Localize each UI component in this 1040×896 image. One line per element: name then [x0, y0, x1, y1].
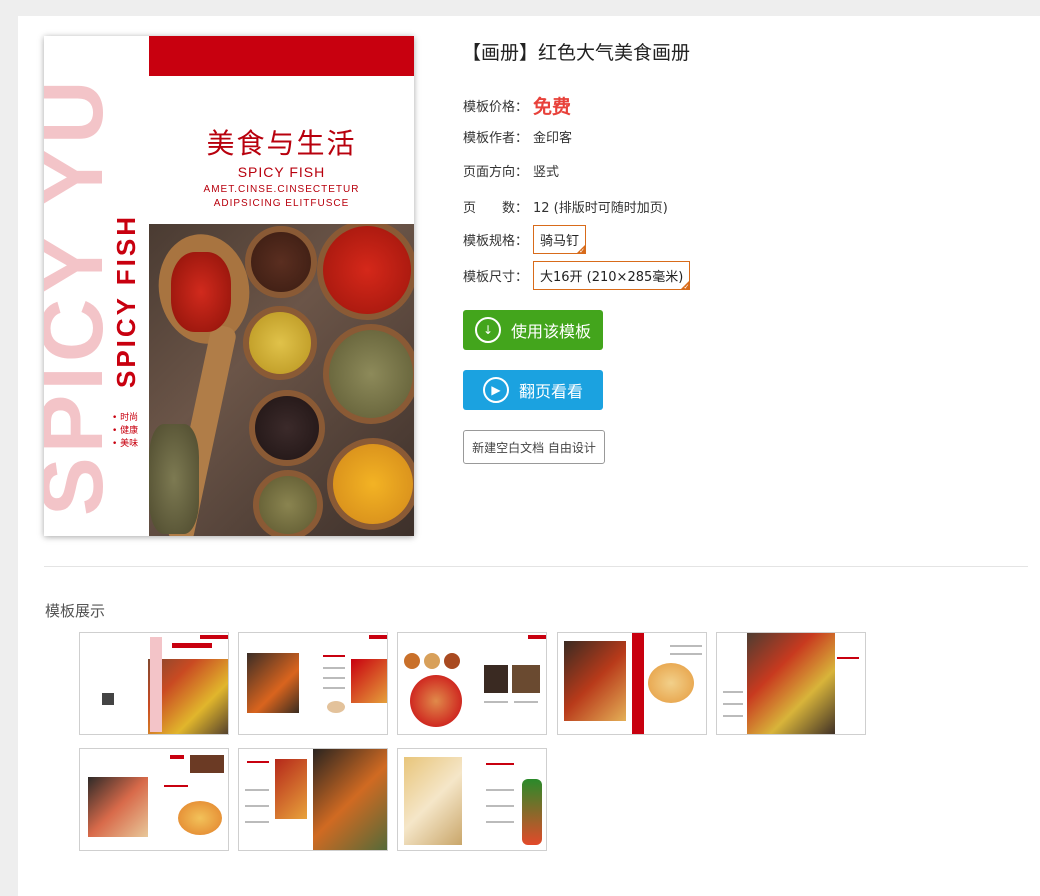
- template-thumbnail-6[interactable]: [79, 748, 229, 851]
- flip-preview-button[interactable]: ▶ 翻页看看: [463, 370, 603, 410]
- divider: [44, 566, 1028, 567]
- template-thumbnail-2[interactable]: [238, 632, 388, 735]
- template-thumbnail-5[interactable]: [716, 632, 866, 735]
- author-value: 金印客: [533, 131, 573, 146]
- size-row: 模板尺寸： 大16开 (210×285毫米) ✓: [463, 261, 691, 291]
- size-label: 模板尺寸：: [463, 270, 529, 285]
- cover-bullets: • 时尚 • 健康 • 美味: [112, 413, 139, 449]
- price-label: 模板价格：: [463, 100, 529, 115]
- template-thumbnail-4[interactable]: [557, 632, 707, 735]
- gallery-title: 模板展示: [45, 602, 106, 620]
- pages-row: 页 数： 12 (排版时可随时加页): [463, 197, 668, 216]
- template-thumbnail-7[interactable]: [238, 748, 388, 851]
- cover-subtitle: SPICY FISH: [237, 164, 326, 180]
- spec-label: 模板规格：: [463, 234, 529, 249]
- template-thumbnail-3[interactable]: [397, 632, 547, 735]
- cover-vertical-text: SPICY YU: [44, 76, 121, 516]
- cover-red-bar: [149, 36, 414, 76]
- template-thumbnail-1[interactable]: [79, 632, 229, 735]
- spec-option[interactable]: 骑马钉 ✓: [533, 225, 587, 255]
- play-icon: ▶: [482, 377, 509, 403]
- cover-image: SPICY YU SPICY FISH • 时尚 • 健康 • 美味 美食与生活…: [44, 36, 414, 536]
- orientation-value: 竖式: [533, 165, 560, 180]
- cover-title: 美食与生活: [206, 127, 357, 160]
- price-value: 免费: [533, 96, 572, 118]
- spec-row: 模板规格： 骑马钉 ✓: [463, 225, 587, 255]
- spices-photo: [149, 224, 414, 536]
- author-row: 模板作者： 金印客: [463, 127, 572, 146]
- template-thumbnail-8[interactable]: [397, 748, 547, 851]
- template-title: 【画册】红色大气美食画册: [462, 42, 691, 64]
- orientation-label: 页面方向：: [463, 165, 529, 180]
- download-icon: ↓: [474, 317, 501, 343]
- orientation-row: 页面方向： 竖式: [463, 161, 559, 180]
- size-option[interactable]: 大16开 (210×285毫米) ✓: [533, 261, 691, 291]
- cover-spicy-fish: SPICY FISH: [111, 214, 141, 389]
- use-template-button[interactable]: ↓ 使用该模板: [463, 310, 603, 350]
- cover-tagline: AMET.CINSE.CINSECTETUR ADIPSICING ELITFU…: [203, 184, 360, 209]
- price-row: 模板价格： 免费: [463, 92, 571, 119]
- new-blank-document-button[interactable]: 新建空白文档 自由设计: [463, 430, 605, 464]
- author-label: 模板作者：: [463, 131, 529, 146]
- check-icon: ✓: [683, 283, 690, 291]
- check-icon: ✓: [579, 247, 586, 255]
- pages-label: 页 数：: [463, 201, 529, 216]
- pages-value: 12 (排版时可随时加页): [533, 201, 668, 216]
